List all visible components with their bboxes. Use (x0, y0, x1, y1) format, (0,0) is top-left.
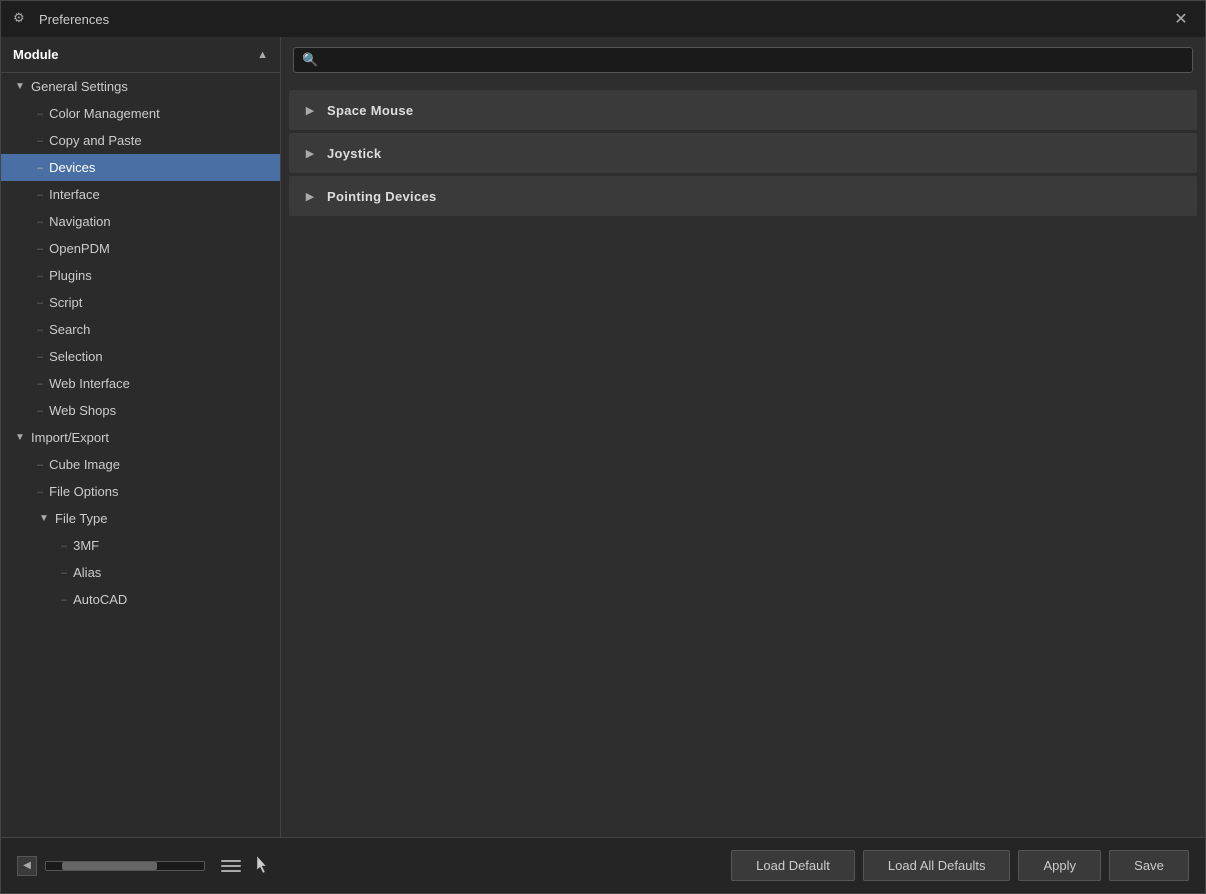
space-mouse-row[interactable]: ▶ Space Mouse (289, 90, 1197, 130)
sidebar-item-devices[interactable]: – Devices (1, 154, 280, 181)
preferences-window: ⚙ Preferences ✕ Module ▲ ▼ General Setti… (0, 0, 1206, 894)
joystick-label: Joystick (327, 146, 381, 161)
sidebar-item-general-settings[interactable]: ▼ General Settings (1, 73, 280, 100)
sidebar-item-import-export[interactable]: ▼ Import/Export (1, 424, 280, 451)
close-button[interactable]: ✕ (1169, 7, 1193, 31)
gear-icon: ⚙ (13, 10, 31, 28)
sidebar-collapse-icon[interactable]: ▲ (257, 49, 268, 61)
sidebar-item-navigation[interactable]: – Navigation (1, 208, 280, 235)
title-bar: ⚙ Preferences ✕ (1, 1, 1205, 37)
expand-icon-3: ▼ (37, 512, 51, 526)
joystick-arrow: ▶ (303, 146, 317, 160)
bottom-bar-left: ◀ (17, 856, 731, 876)
sidebar-item-search[interactable]: – Search (1, 316, 280, 343)
joystick-row[interactable]: ▶ Joystick (289, 133, 1197, 173)
expand-icon-2: ▼ (13, 431, 27, 445)
sidebar-item-color-management[interactable]: – Color Management (1, 100, 280, 127)
sidebar-header: Module ▲ (1, 37, 280, 73)
space-mouse-arrow: ▶ (303, 103, 317, 117)
sidebar-item-alias[interactable]: – Alias (1, 559, 280, 586)
hamburger-icon[interactable] (221, 856, 241, 876)
sidebar-item-file-type[interactable]: ▼ File Type (1, 505, 280, 532)
sidebar-item-3mf[interactable]: – 3MF (1, 532, 280, 559)
sidebar-scroll[interactable]: ▼ General Settings – Color Management – … (1, 73, 280, 837)
expand-icon: ▼ (13, 80, 27, 94)
sidebar-item-copy-and-paste[interactable]: – Copy and Paste (1, 127, 280, 154)
search-input[interactable] (324, 53, 1184, 68)
sidebar-item-interface[interactable]: – Interface (1, 181, 280, 208)
sidebar-item-selection[interactable]: – Selection (1, 343, 280, 370)
space-mouse-label: Space Mouse (327, 103, 413, 118)
pointing-devices-label: Pointing Devices (327, 189, 437, 204)
right-panel: 🔍 ▶ Space Mouse ▶ Joystick ▶ Pointing De… (281, 37, 1205, 837)
bottom-bar: ◀ Load Default Load All Defaults Apply S… (1, 837, 1205, 893)
sidebar-item-plugins[interactable]: – Plugins (1, 262, 280, 289)
load-all-defaults-button[interactable]: Load All Defaults (863, 850, 1011, 881)
sidebar-item-script[interactable]: – Script (1, 289, 280, 316)
sidebar-item-web-interface[interactable]: – Web Interface (1, 370, 280, 397)
mini-scrollbar[interactable] (45, 861, 205, 871)
sidebar: Module ▲ ▼ General Settings – Color Mana… (1, 37, 281, 837)
apply-button[interactable]: Apply (1018, 850, 1101, 881)
sidebar-item-file-options[interactable]: – File Options (1, 478, 280, 505)
sidebar-item-web-shops[interactable]: – Web Shops (1, 397, 280, 424)
sidebar-item-autocad[interactable]: – AutoCAD (1, 586, 280, 613)
bottom-buttons: Load Default Load All Defaults Apply Sav… (731, 850, 1189, 881)
main-content: Module ▲ ▼ General Settings – Color Mana… (1, 37, 1205, 837)
save-button[interactable]: Save (1109, 850, 1189, 881)
search-input-wrap: 🔍 (293, 47, 1193, 73)
pointing-devices-arrow: ▶ (303, 189, 317, 203)
search-bar: 🔍 (281, 37, 1205, 83)
scroll-left-button[interactable]: ◀ (17, 856, 37, 876)
mini-scrollbar-thumb (62, 862, 157, 870)
cursor-indicator (257, 856, 273, 876)
content-area: ▶ Space Mouse ▶ Joystick ▶ Pointing Devi… (281, 83, 1205, 837)
sidebar-item-openpdm[interactable]: – OpenPDM (1, 235, 280, 262)
pointing-devices-row[interactable]: ▶ Pointing Devices (289, 176, 1197, 216)
search-icon: 🔍 (302, 52, 318, 68)
window-title: Preferences (39, 12, 1169, 27)
sidebar-item-cube-image[interactable]: – Cube Image (1, 451, 280, 478)
load-default-button[interactable]: Load Default (731, 850, 855, 881)
